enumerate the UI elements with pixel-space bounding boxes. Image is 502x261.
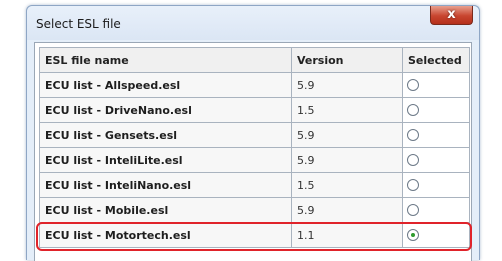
esl-file-name-cell[interactable]: ECU list - Mobile.esl — [39, 197, 292, 223]
column-header-esl-file-name[interactable]: ESL file name — [39, 47, 292, 73]
radio-button[interactable] — [407, 203, 419, 216]
table-row-selected[interactable]: ECU list - Motortech.esl 1.1 — [39, 222, 470, 248]
esl-file-name-cell[interactable]: ECU list - InteliNano.esl — [39, 172, 292, 198]
table-row[interactable]: ECU list - Gensets.esl 5.9 — [39, 122, 470, 148]
version-cell[interactable]: 5.9 — [291, 72, 403, 98]
esl-file-table-container: ESL file name Version Selected ECU list … — [34, 42, 472, 261]
column-header-version[interactable]: Version — [291, 47, 403, 73]
version-cell[interactable]: 5.9 — [291, 122, 403, 148]
title-bar[interactable]: Select ESL file x — [27, 6, 479, 40]
table-row[interactable]: ECU list - InteliNano.esl 1.5 — [39, 172, 470, 198]
radio-button[interactable] — [407, 78, 419, 91]
esl-file-name-cell[interactable]: ECU list - DriveNano.esl — [39, 97, 292, 123]
table-row[interactable]: ECU list - DriveNano.esl 1.5 — [39, 97, 470, 123]
radio-button-checked[interactable] — [407, 228, 419, 241]
close-button[interactable]: x — [430, 6, 473, 25]
radio-button[interactable] — [407, 153, 419, 166]
version-cell[interactable]: 1.5 — [291, 97, 403, 123]
version-cell[interactable]: 1.1 — [291, 222, 403, 248]
version-cell[interactable]: 5.9 — [291, 197, 403, 223]
column-header-selected[interactable]: Selected — [402, 47, 470, 73]
table-row[interactable]: ECU list - Mobile.esl 5.9 — [39, 197, 470, 223]
radio-button[interactable] — [407, 178, 419, 191]
select-esl-dialog: Select ESL file x ESL file name Version … — [26, 5, 480, 261]
version-cell[interactable]: 5.9 — [291, 147, 403, 173]
selected-cell[interactable] — [402, 72, 470, 98]
selected-cell[interactable] — [402, 172, 470, 198]
esl-file-name-cell[interactable]: ECU list - Gensets.esl — [39, 122, 292, 148]
version-cell[interactable]: 1.5 — [291, 172, 403, 198]
selected-cell[interactable] — [402, 147, 470, 173]
table-row[interactable]: ECU list - Allspeed.esl 5.9 — [39, 72, 470, 98]
table-header-row: ESL file name Version Selected — [39, 47, 470, 73]
esl-file-name-cell[interactable]: ECU list - InteliLite.esl — [39, 147, 292, 173]
dialog-title: Select ESL file — [36, 17, 121, 31]
esl-file-name-cell[interactable]: ECU list - Motortech.esl — [39, 222, 292, 248]
selected-cell[interactable] — [402, 122, 470, 148]
selected-cell[interactable] — [402, 222, 470, 248]
esl-file-name-cell[interactable]: ECU list - Allspeed.esl — [39, 72, 292, 98]
radio-button[interactable] — [407, 103, 419, 116]
table-row[interactable]: ECU list - InteliLite.esl 5.9 — [39, 147, 470, 173]
radio-button[interactable] — [407, 128, 419, 141]
esl-file-table: ESL file name Version Selected ECU list … — [39, 47, 470, 248]
selected-cell[interactable] — [402, 97, 470, 123]
selected-cell[interactable] — [402, 197, 470, 223]
